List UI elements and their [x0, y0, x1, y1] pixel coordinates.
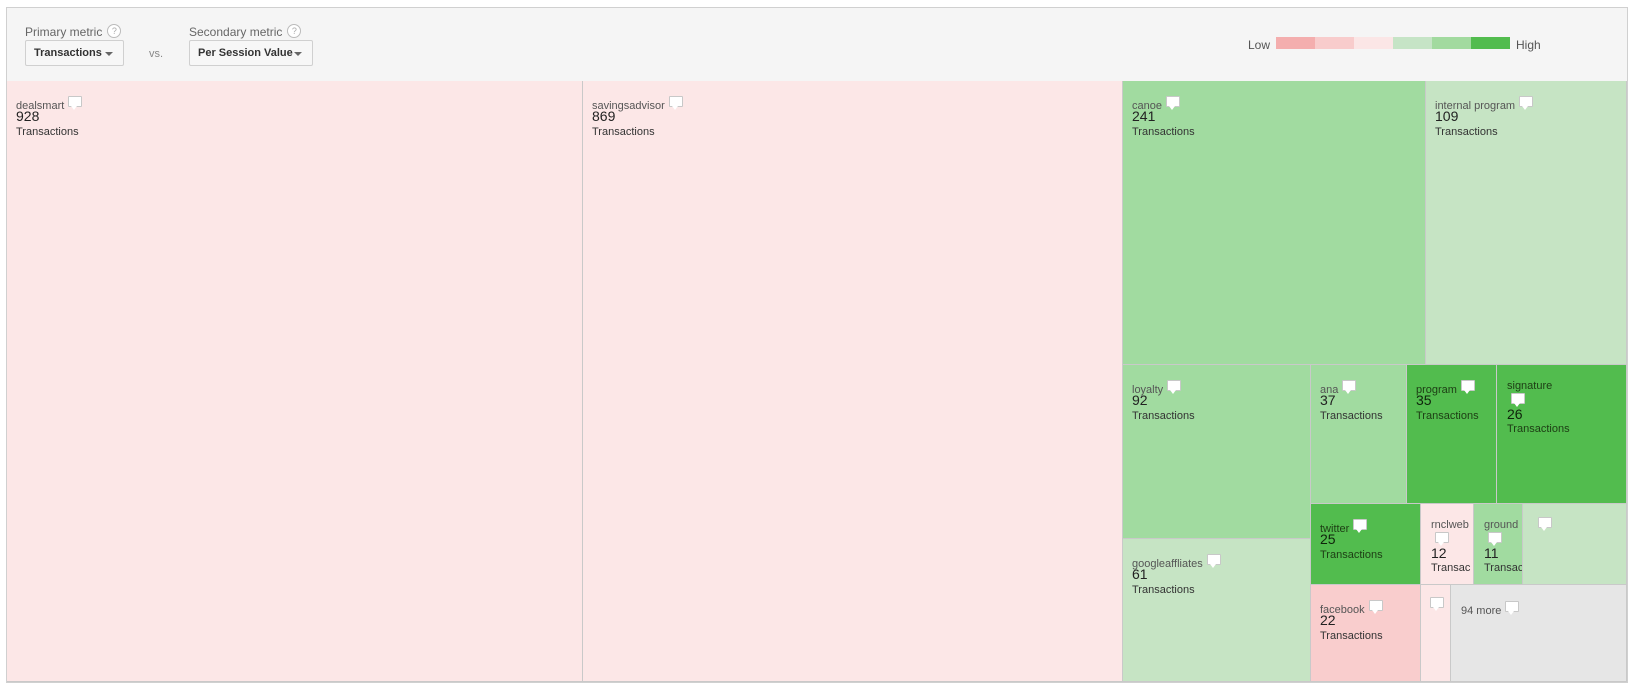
annotation-icon[interactable]	[1511, 393, 1525, 407]
cell-value: 11	[1484, 545, 1499, 561]
cell-unit: Transactions	[592, 126, 655, 138]
cell-unit: Transactions	[1507, 423, 1570, 435]
cell-value: 61	[1132, 566, 1148, 582]
treemap-panel: Primary metric? Transactions vs. Seconda…	[6, 7, 1628, 683]
chevron-down-icon	[294, 52, 302, 56]
cell-value: 37	[1320, 392, 1336, 408]
treemap-cell-program[interactable]: program 35 Transactions	[1407, 365, 1497, 504]
annotation-icon[interactable]	[1435, 532, 1449, 546]
annotation-icon[interactable]	[1430, 597, 1444, 611]
treemap-cell-googleaffliates[interactable]: googleaffliates 61 Transactions	[1123, 539, 1311, 682]
treemap-cell-ground[interactable]: ground 11 Transac	[1474, 504, 1523, 585]
legend-low-label: Low	[1248, 38, 1271, 52]
vs-label: vs.	[149, 48, 164, 60]
annotation-icon[interactable]	[668, 96, 683, 110]
treemap-cell-signature[interactable]: signature 26 Transactions	[1497, 365, 1627, 504]
cell-name: rnclweb	[1431, 519, 1469, 531]
treemap-cell-unlabeled[interactable]	[1523, 504, 1627, 585]
cell-unit: Transactions	[1132, 584, 1195, 596]
treemap-cell-more[interactable]: 94 more	[1451, 585, 1627, 682]
cell-value: 241	[1132, 108, 1156, 124]
cell-unit: Transactions	[1435, 126, 1498, 138]
metric-toolbar: Primary metric? Transactions vs. Seconda…	[7, 8, 1627, 84]
cell-unit: Transactions	[1132, 126, 1195, 138]
cell-name: signature	[1507, 380, 1553, 392]
legend-swatch	[1315, 37, 1354, 49]
cell-value: 25	[1320, 531, 1336, 547]
cell-unit: Transactions	[1132, 410, 1195, 422]
treemap-cell-savingsadvisor[interactable]: savingsadvisor 869 Transactions	[583, 81, 1123, 682]
annotation-icon[interactable]	[1206, 554, 1221, 568]
annotation-icon[interactable]	[1519, 96, 1534, 110]
legend-swatch	[1354, 37, 1393, 49]
treemap-cell-loyalty[interactable]: loyalty 92 Transactions	[1123, 365, 1311, 539]
cell-unit: Transac	[1484, 562, 1523, 574]
cell-value: 92	[1132, 392, 1148, 408]
more-label: 94 more	[1461, 605, 1502, 617]
cell-value: 22	[1320, 612, 1336, 628]
treemap-cell-facebook[interactable]: facebook 22 Transactions	[1311, 585, 1421, 682]
cell-value: 928	[16, 108, 40, 124]
cell-value: 35	[1416, 392, 1432, 408]
annotation-icon[interactable]	[1342, 380, 1357, 394]
annotation-icon[interactable]	[1368, 600, 1383, 614]
help-icon[interactable]: ?	[107, 24, 122, 38]
annotation-icon[interactable]	[1167, 380, 1182, 394]
annotation-icon[interactable]	[1165, 96, 1180, 110]
treemap-cell-dealsmart[interactable]: dealsmart 928 Transactions	[7, 81, 583, 682]
cell-unit: Transactions	[1320, 410, 1383, 422]
legend-swatch	[1393, 37, 1432, 49]
legend-swatch	[1471, 37, 1510, 49]
primary-metric-value: Transactions	[34, 47, 102, 59]
treemap-cell-twitter[interactable]: twitter 25 Transactions	[1311, 504, 1421, 585]
annotation-icon[interactable]	[1505, 601, 1520, 615]
treemap-cell-ana[interactable]: ana 37 Transactions	[1311, 365, 1407, 504]
cell-name: ground	[1484, 519, 1519, 531]
cell-value: 26	[1507, 406, 1523, 422]
treemap-cell-internal-program[interactable]: internal program 109 Transactions	[1426, 81, 1627, 365]
legend-high-label: High	[1516, 38, 1541, 52]
cell-value: 869	[592, 108, 616, 124]
cell-unit: Transac	[1431, 562, 1471, 574]
legend-swatch	[1432, 37, 1471, 49]
cell-value: 109	[1435, 108, 1459, 124]
secondary-metric-select[interactable]: Per Session Value	[189, 40, 313, 66]
legend-swatch	[1276, 37, 1315, 49]
annotation-icon[interactable]	[1353, 519, 1368, 533]
treemap-cell-unlabeled[interactable]	[1421, 585, 1451, 682]
primary-metric-label: Primary metric?	[25, 24, 122, 39]
treemap-cell-canoe[interactable]: canoe 241 Transactions	[1123, 81, 1426, 365]
treemap: dealsmart 928 Transactions savingsadviso…	[7, 81, 1627, 682]
secondary-metric-label: Secondary metric?	[189, 24, 302, 39]
treemap-cell-rnclweb[interactable]: rnclweb 12 Transac	[1421, 504, 1474, 585]
cell-unit: Transactions	[1320, 630, 1383, 642]
color-scale-legend	[1276, 37, 1510, 49]
cell-unit: Transactions	[1320, 549, 1383, 561]
help-icon[interactable]: ?	[287, 24, 302, 38]
annotation-icon[interactable]	[1538, 517, 1552, 531]
cell-unit: Transactions	[16, 126, 79, 138]
primary-metric-select[interactable]: Transactions	[25, 40, 124, 66]
chevron-down-icon	[105, 52, 113, 56]
annotation-icon[interactable]	[1460, 380, 1475, 394]
annotation-icon[interactable]	[68, 96, 83, 110]
cell-value: 12	[1431, 545, 1447, 561]
annotation-icon[interactable]	[1488, 532, 1502, 546]
secondary-metric-value: Per Session Value	[198, 47, 293, 59]
cell-unit: Transactions	[1416, 410, 1479, 422]
